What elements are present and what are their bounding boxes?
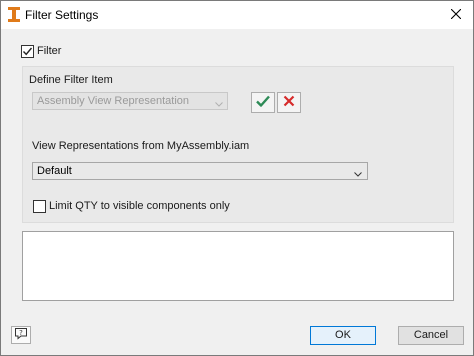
title-bar: Filter Settings xyxy=(1,1,473,29)
filter-settings-dialog: Filter Settings Filter Define Filter Ite… xyxy=(0,0,474,356)
limit-qty-label: Limit QTY to visible components only xyxy=(49,200,230,212)
window-title: Filter Settings xyxy=(25,8,99,22)
define-filter-title: Define Filter Item xyxy=(29,74,113,86)
checkmark-icon xyxy=(22,47,33,55)
view-representation-value: Default xyxy=(37,165,72,177)
close-icon xyxy=(450,8,462,22)
chevron-down-icon xyxy=(215,98,223,110)
inventor-icon xyxy=(7,6,21,23)
filter-checkbox[interactable] xyxy=(21,44,34,58)
view-representation-dropdown[interactable]: Default xyxy=(32,162,368,180)
red-x-icon xyxy=(283,95,295,110)
svg-text:?: ? xyxy=(19,329,23,337)
filter-item-dropdown[interactable]: Assembly View Representation xyxy=(32,92,228,110)
filter-toggle[interactable]: Filter xyxy=(21,43,61,59)
define-filter-group: Define Filter Item Assembly View Represe… xyxy=(22,66,454,223)
limit-qty-checkbox[interactable] xyxy=(33,199,46,213)
view-representations-label: View Representations from MyAssembly.iam xyxy=(32,140,250,152)
dialog-body: Filter Define Filter Item Assembly View … xyxy=(1,29,473,355)
button-bar: ? OK Cancel xyxy=(1,313,473,355)
cancel-button[interactable]: Cancel xyxy=(398,326,464,345)
help-button[interactable]: ? xyxy=(11,326,31,344)
filter-item-value: Assembly View Representation xyxy=(37,95,190,107)
filter-list-box[interactable] xyxy=(22,231,454,301)
filter-label: Filter xyxy=(37,45,62,57)
checkmark-icon xyxy=(256,95,270,110)
clear-filter-button[interactable] xyxy=(277,92,301,113)
ok-button[interactable]: OK xyxy=(310,326,376,345)
help-icon: ? xyxy=(14,327,28,343)
chevron-down-icon xyxy=(354,168,362,180)
close-button[interactable] xyxy=(439,1,473,29)
apply-filter-button[interactable] xyxy=(251,92,275,113)
limit-qty-toggle[interactable]: Limit QTY to visible components only xyxy=(33,198,230,214)
